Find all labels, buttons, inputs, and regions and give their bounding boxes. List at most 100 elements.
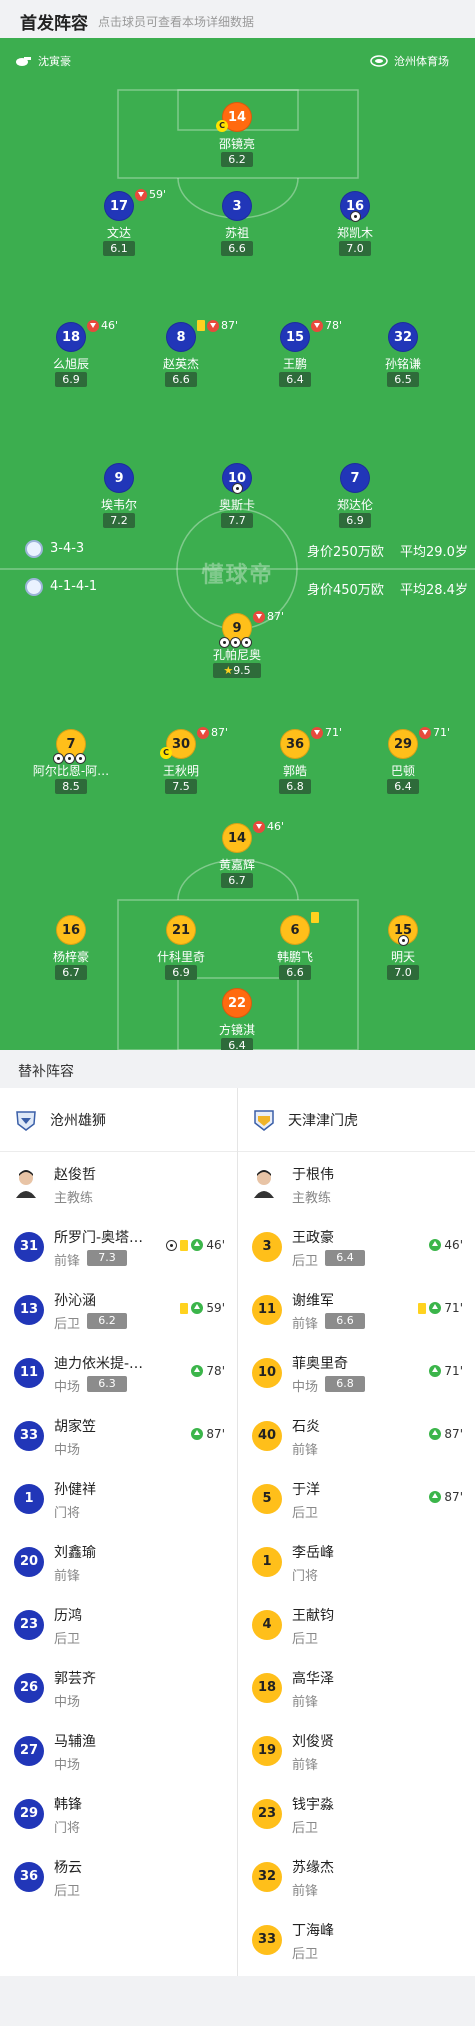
pitch-player[interactable]: 15 78' 王鹏 6.4 (240, 319, 350, 392)
rating-value: 9.5 (233, 664, 251, 677)
pitch-player[interactable]: 16 郑凯木 7.0 (300, 191, 410, 261)
sub-player-name: 迪力依米提-… (54, 1356, 144, 1372)
sub-player-row[interactable]: 40 石炎 前锋 87' (238, 1404, 475, 1467)
sub-player-row[interactable]: 20 刘鑫瑜 前锋 (0, 1530, 237, 1593)
star-icon: ★ (223, 664, 234, 677)
sub-player-row[interactable]: 31 所罗门-奥塔… 前锋 7.3 46' (0, 1215, 237, 1278)
sub-player-row[interactable]: 1 孙健祥 门将 (0, 1467, 237, 1530)
pitch-player[interactable]: 16 杨梓豪 6.7 (16, 915, 126, 985)
sub-player-row[interactable]: 33 胡家笠 中场 87' (0, 1404, 237, 1467)
sub-player-row[interactable]: 26 郭芸齐 中场 (0, 1656, 237, 1719)
sub-player-position: 前锋 (292, 1884, 319, 1899)
sub-on-time: 71' (444, 1301, 463, 1315)
sub-player-row[interactable]: 13 孙沁涵 后卫 6.2 59' (0, 1278, 237, 1341)
stadium-info: 沧州体育场 (370, 53, 449, 69)
sub-player-row[interactable]: 33 丁海峰 后卫 (238, 1908, 475, 1971)
pitch-player[interactable]: 22 方镜淇 6.4 (182, 988, 292, 1050)
away-coach-name: 于根伟 (292, 1167, 334, 1183)
sub-player-row[interactable]: 36 杨云 后卫 (0, 1845, 237, 1908)
sub-player-number: 5 (252, 1484, 282, 1514)
page-subtitle: 点击球员可查看本场详细数据 (98, 15, 255, 29)
pitch-player[interactable]: 7 郑达伦 6.9 (300, 463, 410, 533)
pitch-player[interactable]: 21 什科里奇 6.9 (126, 915, 236, 985)
player-name: 明天 (390, 950, 415, 964)
sub-player-row[interactable]: 23 历鸿 后卫 (0, 1593, 237, 1656)
sub-off-icon (253, 610, 265, 623)
player-rating: 6.4 (221, 1038, 253, 1050)
sub-off-icon (253, 820, 265, 833)
yellow-card-icon (180, 1302, 189, 1314)
away-team-row[interactable]: 天津津门虎 (238, 1088, 475, 1152)
pitch-player[interactable]: 14 C 邵镜亮 6.2 (182, 102, 292, 172)
pitch-player[interactable]: 7 阿尔比恩-阿… 8.5 (16, 729, 126, 799)
away-coach-row[interactable]: 于根伟 主教练 (238, 1152, 475, 1215)
sub-player-row[interactable]: 18 高华泽 前锋 (238, 1656, 475, 1719)
home-value: 身价250万欧 (307, 545, 384, 560)
pitch-player[interactable]: 29 71' 巴顿 6.4 (348, 726, 458, 799)
sub-player-row[interactable]: 1 李岳峰 门将 (238, 1530, 475, 1593)
ball-icon (350, 211, 361, 222)
sub-player-events: 87' (191, 1427, 225, 1441)
player-events: 71' (419, 726, 450, 739)
away-team-info: 4-1-4-1 身价450万欧 平均28.4岁 (0, 578, 475, 598)
pitch-player[interactable]: 9 埃韦尔 7.2 (64, 463, 174, 533)
sub-player-number: 29 (14, 1799, 44, 1829)
player-name: 埃韦尔 (100, 498, 137, 512)
pitch-player[interactable]: 3 苏祖 6.6 (182, 191, 292, 261)
sub-player-position: 前锋 (54, 1569, 81, 1584)
sub-player-name: 孙健祥 (54, 1482, 96, 1498)
sub-player-row[interactable]: 3 王政豪 后卫 6.4 46' (238, 1215, 475, 1278)
player-number: 32 (388, 322, 418, 352)
player-rating: 7.2 (103, 513, 135, 528)
sub-player-row[interactable]: 11 谢维军 前锋 6.6 71' (238, 1278, 475, 1341)
sub-off-icon (311, 726, 323, 739)
sub-on-icon (191, 1365, 204, 1377)
sub-player-row[interactable]: 27 马辅渔 中场 (0, 1719, 237, 1782)
pitch-player[interactable]: 14 46' 黄嘉辉 6.7 (182, 820, 292, 893)
sub-off-icon (311, 319, 323, 332)
player-name: 孔帕尼奥 (212, 648, 261, 662)
sub-player-row[interactable]: 10 菲奥里奇 中场 6.8 71' (238, 1341, 475, 1404)
sub-player-row[interactable]: 4 王献钧 后卫 (238, 1593, 475, 1656)
sub-on-time: 71' (444, 1364, 463, 1378)
player-rating: 6.7 (221, 873, 253, 888)
sub-player-row[interactable]: 29 韩锋 门将 (0, 1782, 237, 1845)
sub-player-name: 胡家笠 (54, 1419, 96, 1435)
player-rating: 6.8 (279, 779, 311, 794)
sub-player-row[interactable]: 5 于洋 后卫 87' (238, 1467, 475, 1530)
pitch-player[interactable]: 10 奥斯卡 7.7 (182, 463, 292, 533)
sub-player-events: 46' (429, 1238, 463, 1252)
away-coach-role: 主教练 (292, 1191, 332, 1206)
sub-player-position: 后卫 (292, 1821, 319, 1836)
player-name: 巴顿 (390, 764, 415, 778)
pitch-player[interactable]: 18 46' 么旭辰 6.9 (16, 319, 126, 392)
stadium-name: 沧州体育场 (394, 55, 449, 68)
player-name: 奥斯卡 (218, 498, 255, 512)
sub-player-row[interactable]: 19 刘俊贤 前锋 (238, 1719, 475, 1782)
pitch-player[interactable]: 8 87' 赵英杰 6.6 (126, 319, 238, 392)
pitch-player[interactable]: 17 59' 文达 6.1 (64, 188, 174, 261)
sub-on-icon (429, 1428, 442, 1440)
sub-player-name: 菲奥里奇 (292, 1356, 348, 1372)
sub-player-row[interactable]: 11 迪力依米提-… 中场 6.3 78' (0, 1341, 237, 1404)
sub-player-name: 韩锋 (54, 1797, 82, 1813)
player-events (311, 912, 319, 923)
player-rating: 6.9 (55, 372, 87, 387)
sub-player-row[interactable]: 23 钱宇淼 后卫 (238, 1782, 475, 1845)
sub-player-events: 87' (429, 1427, 463, 1441)
pitch-player[interactable]: 6 韩鹏飞 6.6 (240, 912, 350, 985)
player-number: 21 (166, 915, 196, 945)
home-team-name: 沧州雄狮 (50, 1113, 106, 1129)
pitch-player[interactable]: 15 明天 7.0 (348, 915, 458, 985)
pitch-player[interactable]: 9 87' 孔帕尼奥 ★9.5 (182, 610, 292, 683)
sub-player-rating: 6.8 (325, 1376, 365, 1392)
pitch-player[interactable]: 36 71' 郭皓 6.8 (240, 726, 350, 799)
sub-player-row[interactable]: 32 苏缘杰 前锋 (238, 1845, 475, 1908)
home-coach-row[interactable]: 赵俊哲 主教练 (0, 1152, 237, 1215)
coach-avatar-icon (16, 1170, 36, 1198)
sub-player-name: 历鸿 (54, 1608, 82, 1624)
pitch-player[interactable]: 32 孙铭谦 6.5 (348, 322, 458, 392)
home-team-logo-icon (16, 1111, 36, 1131)
pitch-player[interactable]: 30 C 87' 王秋明 7.5 (126, 726, 236, 799)
home-team-row[interactable]: 沧州雄狮 (0, 1088, 237, 1152)
